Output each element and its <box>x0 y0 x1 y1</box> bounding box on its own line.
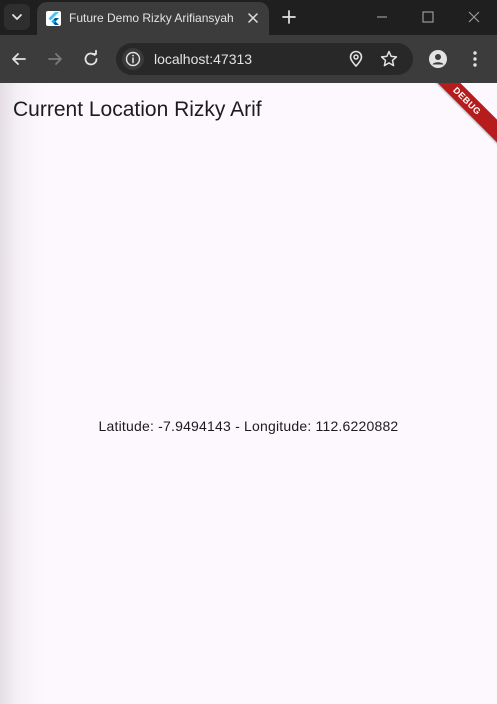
location-text: Latitude: -7.9494143 - Longitude: 112.62… <box>98 418 399 434</box>
address-bar[interactable]: localhost:47313 <box>116 43 413 75</box>
browser-tab-strip: Future Demo Rizky Arifiansyah <box>0 0 497 35</box>
minimize-icon[interactable] <box>374 9 390 25</box>
arrow-right-icon[interactable] <box>45 49 65 69</box>
app-page: Current Location Rizky Arif Latitude: -7… <box>0 83 497 704</box>
tab-title: Future Demo Rizky Arifiansyah <box>69 11 234 25</box>
page-title: Current Location Rizky Arif <box>13 98 262 121</box>
browser-toolbar: localhost:47313 <box>0 35 497 83</box>
flutter-icon <box>46 11 61 26</box>
close-icon[interactable] <box>246 11 260 25</box>
window-close-icon[interactable] <box>466 9 482 25</box>
more-vert-icon[interactable] <box>465 49 485 69</box>
browser-tab[interactable]: Future Demo Rizky Arifiansyah <box>37 2 269 35</box>
maximize-icon[interactable] <box>420 9 436 25</box>
person-icon[interactable] <box>428 49 448 69</box>
location-pin-icon[interactable] <box>346 49 366 69</box>
url-text: localhost:47313 <box>154 51 253 67</box>
plus-icon[interactable] <box>280 8 298 26</box>
tab-search-button[interactable] <box>4 4 30 30</box>
debug-banner: DEBUG <box>418 83 497 150</box>
drawer-edge-shadow <box>0 83 44 704</box>
arrow-left-icon[interactable] <box>9 49 29 69</box>
info-icon <box>125 51 141 67</box>
site-info-button[interactable] <box>122 48 144 70</box>
reload-icon[interactable] <box>81 49 101 69</box>
star-icon[interactable] <box>379 49 399 69</box>
chevron-down-icon <box>12 14 22 20</box>
